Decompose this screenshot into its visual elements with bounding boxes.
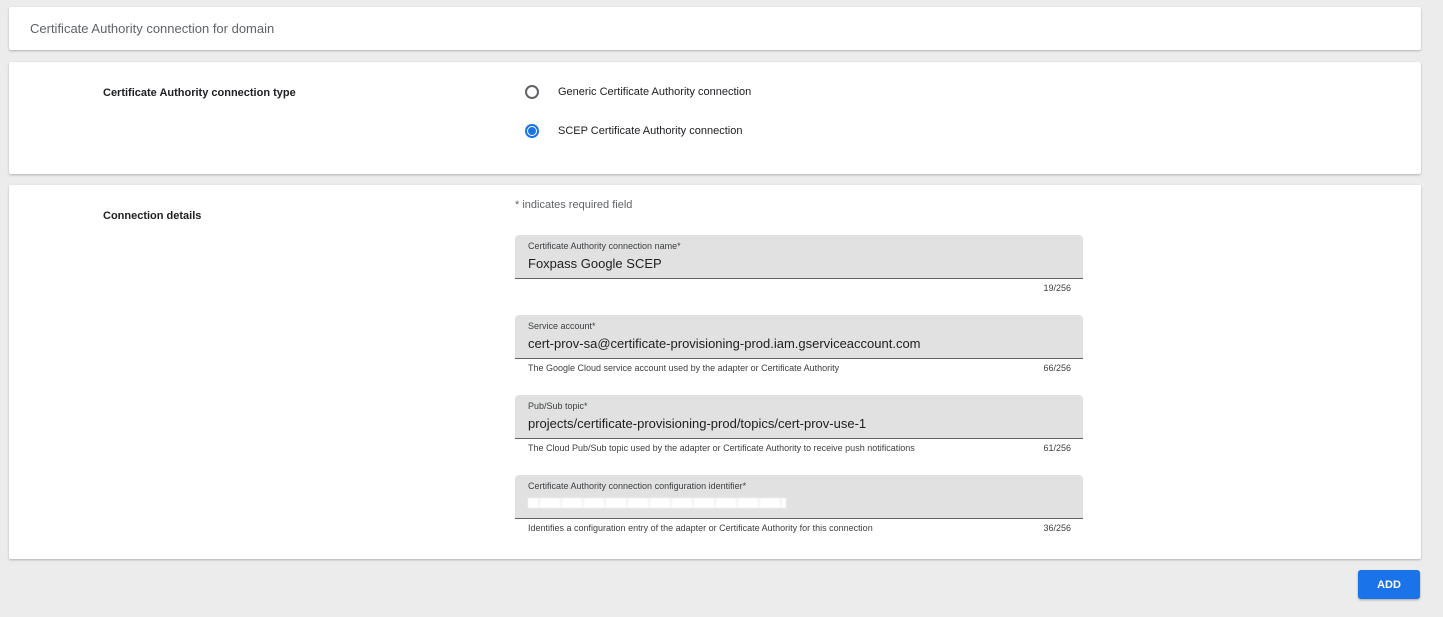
required-field-note: * indicates required field xyxy=(515,199,633,211)
header-card: Certificate Authority connection for dom… xyxy=(9,7,1421,50)
connection-name-value[interactable]: Foxpass Google SCEP xyxy=(528,256,662,271)
service-account-label: Service account* xyxy=(528,321,596,331)
pubsub-topic-label: Pub/Sub topic* xyxy=(528,401,588,411)
pubsub-topic-field[interactable]: Pub/Sub topic* projects/certificate-prov… xyxy=(515,395,1083,439)
radio-scep-connection[interactable]: SCEP Certificate Authority connection xyxy=(525,122,742,140)
radio-generic-label: Generic Certificate Authority connection xyxy=(558,86,752,98)
config-identifier-label: Certificate Authority connection configu… xyxy=(528,481,747,491)
config-identifier-field[interactable]: Certificate Authority connection configu… xyxy=(515,475,1083,519)
redacted-value[interactable] xyxy=(528,498,786,508)
add-button[interactable]: ADD xyxy=(1358,570,1420,599)
connection-name-field[interactable]: Certificate Authority connection name* F… xyxy=(515,235,1083,279)
connection-details-label: Connection details xyxy=(103,210,202,222)
pubsub-topic-counter: 61/256 xyxy=(1043,443,1071,453)
connection-name-label: Certificate Authority connection name* xyxy=(528,241,681,251)
service-account-counter: 66/256 xyxy=(1043,363,1071,373)
service-account-field[interactable]: Service account* cert-prov-sa@certificat… xyxy=(515,315,1083,359)
pubsub-topic-helper: The Cloud Pub/Sub topic used by the adap… xyxy=(528,443,915,453)
connection-name-counter: 19/256 xyxy=(1043,283,1071,293)
service-account-value[interactable]: cert-prov-sa@certificate-provisioning-pr… xyxy=(528,336,921,351)
radio-generic-connection[interactable]: Generic Certificate Authority connection xyxy=(525,83,751,101)
page-title: Certificate Authority connection for dom… xyxy=(30,21,275,36)
radio-scep-label: SCEP Certificate Authority connection xyxy=(558,125,743,137)
config-identifier-helper: Identifies a configuration entry of the … xyxy=(528,523,873,533)
connection-details-card: Connection details * indicates required … xyxy=(9,185,1421,559)
connection-type-card: Certificate Authority connection type Ge… xyxy=(9,62,1421,174)
service-account-helper: The Google Cloud service account used by… xyxy=(528,363,840,373)
config-identifier-counter: 36/256 xyxy=(1043,523,1071,533)
radio-unchecked-icon[interactable] xyxy=(525,85,539,99)
radio-checked-icon[interactable] xyxy=(525,124,539,138)
connection-type-label: Certificate Authority connection type xyxy=(103,87,296,99)
pubsub-topic-value[interactable]: projects/certificate-provisioning-prod/t… xyxy=(528,416,866,431)
